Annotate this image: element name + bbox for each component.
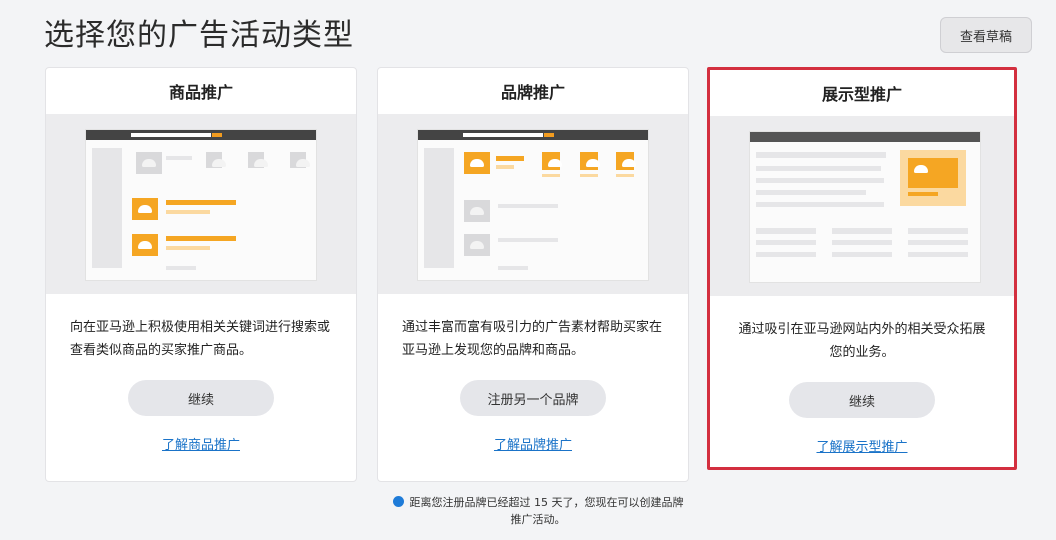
- sponsored-products-preview-image: [46, 114, 356, 294]
- learn-more-link[interactable]: 了解品牌推广: [378, 434, 688, 453]
- learn-more-link[interactable]: 了解展示型推广: [710, 436, 1014, 455]
- card-description: 通过吸引在亚马逊网站内外的相关受众拓展您的业务。: [738, 322, 986, 360]
- sponsored-brands-card[interactable]: 品牌推广 通过丰富而富有吸引力的广告素材帮助买家在亚马逊上发现您的品牌和商品。 …: [377, 67, 689, 482]
- brand-registration-notice: 距离您注册品牌已经超过 15 天了，您现在可以创建品牌推广活动。: [388, 494, 688, 528]
- continue-button[interactable]: 继续: [128, 380, 274, 416]
- sponsored-products-card[interactable]: 商品推广 向在亚马逊上积极使用相关关键词进行搜索或查看类似商品的买家推广商品。 …: [45, 67, 357, 482]
- view-drafts-button[interactable]: 查看草稿: [940, 17, 1032, 53]
- continue-button[interactable]: 继续: [789, 382, 935, 418]
- info-dot-icon: [392, 496, 404, 507]
- sponsored-display-card[interactable]: 展示型推广 通过吸引在亚马逊网站内外的相关受众拓展您的业务。 继续 了解展示型推…: [707, 67, 1017, 470]
- learn-more-link[interactable]: 了解商品推广: [46, 434, 356, 453]
- card-description: 通过丰富而富有吸引力的广告素材帮助买家在亚马逊上发现您的品牌和商品。: [402, 320, 663, 358]
- register-another-brand-button[interactable]: 注册另一个品牌: [460, 380, 606, 416]
- notice-text: 距离您注册品牌已经超过 15 天了，您现在可以创建品牌推广活动。: [409, 496, 684, 526]
- sponsored-display-preview-image: [710, 116, 1014, 296]
- card-title: 展示型推广: [821, 85, 902, 104]
- page-title: 选择您的广告活动类型: [44, 18, 354, 53]
- sponsored-brands-preview-image: [378, 114, 688, 294]
- card-description: 向在亚马逊上积极使用相关关键词进行搜索或查看类似商品的买家推广商品。: [70, 320, 331, 358]
- card-title: 商品推广: [168, 83, 233, 102]
- card-title: 品牌推广: [500, 83, 565, 102]
